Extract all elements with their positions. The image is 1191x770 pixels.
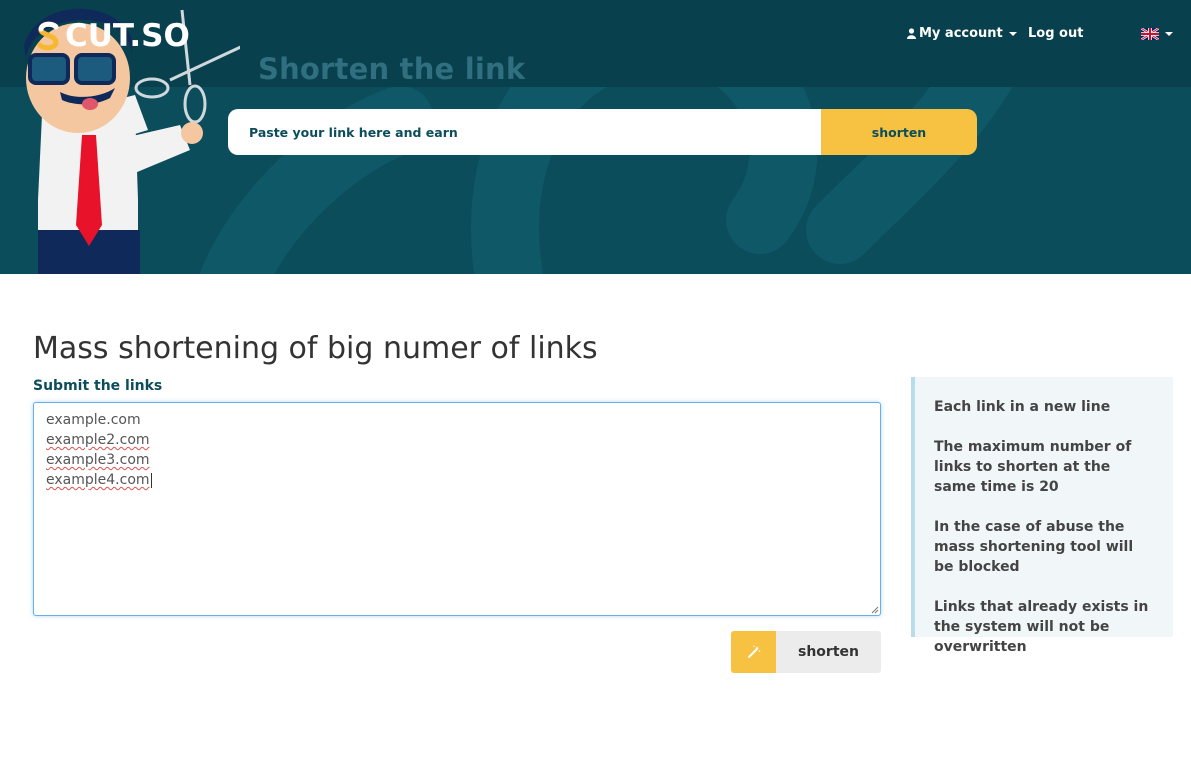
logout-label: Log out xyxy=(1028,26,1084,41)
link-line: example4.com xyxy=(46,472,150,488)
chevron-down-icon xyxy=(1008,31,1017,36)
instruction-note: The maximum number of links to shorten a… xyxy=(934,439,1132,495)
hero-banner: CUT.SO My account Log out Shorten the li… xyxy=(0,0,1191,274)
hero-shorten-button[interactable]: shorten xyxy=(821,109,977,155)
magic-wand-icon xyxy=(731,631,776,673)
instruction-note: Links that already exists in the system … xyxy=(934,599,1149,655)
mass-shorten-button[interactable]: shorten xyxy=(731,631,881,673)
language-selector[interactable] xyxy=(1141,28,1173,40)
mass-shorten-button-label: shorten xyxy=(776,631,881,673)
user-icon xyxy=(907,28,916,39)
chevron-down-icon xyxy=(1165,32,1173,36)
link-input[interactable] xyxy=(228,109,821,155)
link-line: example2.com xyxy=(46,432,150,448)
text-cursor xyxy=(150,472,152,488)
my-account-menu[interactable]: My account xyxy=(907,26,1017,41)
instruction-note: Each link in a new line xyxy=(934,399,1111,415)
link-line: example.com xyxy=(46,412,141,428)
instructions-panel: Each link in a new line The maximum numb… xyxy=(911,377,1173,655)
site-logo[interactable]: CUT.SO xyxy=(36,16,190,56)
uk-flag-icon xyxy=(1141,28,1159,40)
my-account-label: My account xyxy=(919,26,1003,41)
instruction-note: In the case of abuse the mass shortening… xyxy=(934,519,1134,575)
hero-title: Shorten the link xyxy=(258,52,526,86)
resize-handle-icon[interactable] xyxy=(871,606,879,614)
quick-shorten-form: shorten xyxy=(228,109,977,155)
link-line: example3.com xyxy=(46,452,150,468)
links-textarea[interactable]: example.com example2.com example3.com ex… xyxy=(33,402,881,616)
submit-links-label: Submit the links xyxy=(33,378,163,394)
logo-s-icon xyxy=(37,21,59,51)
logo-text: CUT.SO xyxy=(65,18,190,54)
page-title: Mass shortening of big numer of links xyxy=(33,331,598,366)
logout-link[interactable]: Log out xyxy=(1028,26,1083,41)
